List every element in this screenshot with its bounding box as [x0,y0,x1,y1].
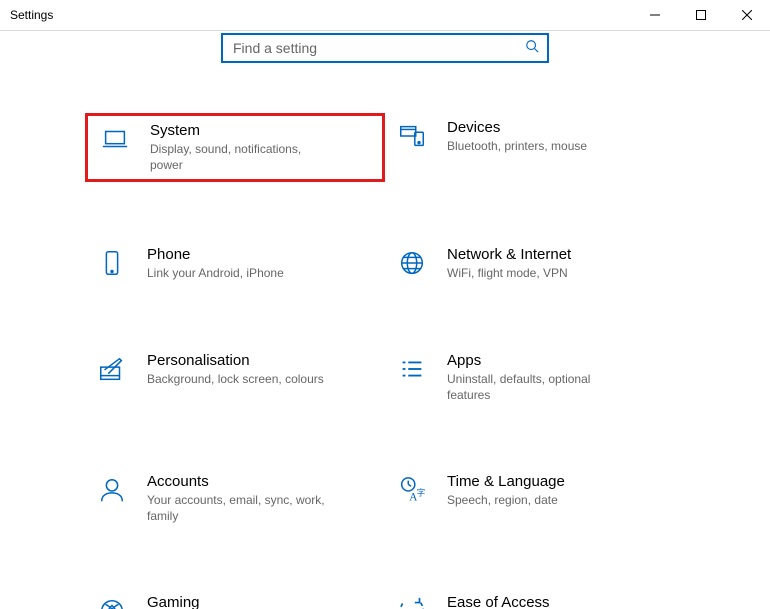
title-bar: Settings [0,0,770,31]
tile-title: Devices [447,119,587,136]
tile-desc: Uninstall, defaults, optional features [447,371,627,403]
globe-icon [395,246,429,280]
tile-desc: Your accounts, email, sync, work, family [147,492,327,524]
tile-desc: Display, sound, notifications, power [150,141,330,173]
maximize-button[interactable] [678,0,724,30]
tile-time-language[interactable]: A 字 Time & Language Speech, region, date [385,467,685,530]
svg-text:字: 字 [417,488,425,498]
laptop-icon [98,122,132,156]
tile-desc: Link your Android, iPhone [147,265,284,281]
time-language-icon: A 字 [395,473,429,507]
tile-title: Gaming [147,594,327,609]
tile-network[interactable]: Network & Internet WiFi, flight mode, VP… [385,240,685,287]
tile-personalisation[interactable]: Personalisation Background, lock screen,… [85,346,385,409]
tile-ease-of-access[interactable]: Ease of Access Narrator, magnifier, high… [385,588,685,609]
tile-devices[interactable]: Devices Bluetooth, printers, mouse [385,113,685,182]
tile-phone[interactable]: Phone Link your Android, iPhone [85,240,385,287]
tile-desc: Background, lock screen, colours [147,371,324,387]
tile-title: Personalisation [147,352,324,369]
tile-title: System [150,122,330,139]
tile-title: Network & Internet [447,246,571,263]
window-controls [632,0,770,30]
search-input[interactable] [231,39,525,57]
search-icon [525,39,539,58]
tile-title: Time & Language [447,473,565,490]
ease-of-access-icon [395,594,429,609]
devices-icon [395,119,429,153]
paintbrush-icon [95,352,129,386]
close-button[interactable] [724,0,770,30]
tile-title: Ease of Access [447,594,621,609]
tile-system[interactable]: System Display, sound, notifications, po… [85,113,385,182]
tile-gaming[interactable]: Gaming Xbox Game Bar, captures, Game Mod… [85,588,385,609]
person-icon [95,473,129,507]
tile-desc: WiFi, flight mode, VPN [447,265,571,281]
list-icon [395,352,429,386]
tile-title: Apps [447,352,627,369]
window-title: Settings [10,8,53,22]
minimize-button[interactable] [632,0,678,30]
tile-desc: Bluetooth, printers, mouse [447,138,587,154]
tile-title: Accounts [147,473,327,490]
search-box[interactable] [221,33,549,63]
tile-accounts[interactable]: Accounts Your accounts, email, sync, wor… [85,467,385,530]
tile-desc: Speech, region, date [447,492,565,508]
tile-title: Phone [147,246,284,263]
tile-apps[interactable]: Apps Uninstall, defaults, optional featu… [385,346,685,409]
xbox-icon [95,594,129,609]
phone-icon [95,246,129,280]
